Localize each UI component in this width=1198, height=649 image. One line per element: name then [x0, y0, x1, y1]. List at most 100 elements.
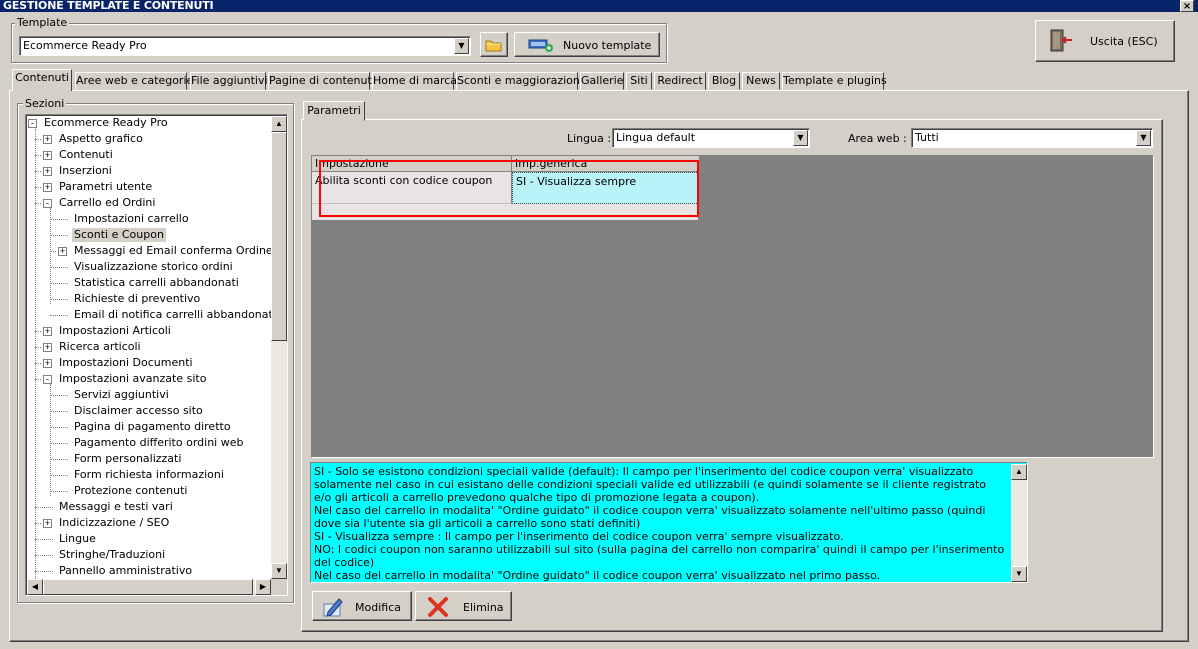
tree-item[interactable]: Impostazioni Documenti: [57, 356, 195, 370]
expand-icon[interactable]: +: [43, 343, 52, 352]
tab-siti[interactable]: Siti: [626, 72, 652, 90]
help-vscroll[interactable]: ▲ ▼: [1011, 464, 1027, 582]
tab-news[interactable]: News: [742, 72, 780, 90]
tree-item-label: Servizi aggiuntivi: [74, 388, 169, 401]
delete-x-icon: [428, 597, 448, 617]
tree-item[interactable]: Ecommerce Ready Pro: [42, 116, 170, 130]
tree-vscroll[interactable]: ▲ ▼: [271, 116, 287, 579]
tree-item[interactable]: Parametri utente: [57, 180, 154, 194]
tree-item-label: Impostazioni Documenti: [59, 356, 193, 369]
tree-item[interactable]: Aspetto grafico: [57, 132, 145, 146]
tree-item[interactable]: Form personalizzati: [72, 452, 183, 466]
chevron-down-icon[interactable]: ▼: [793, 130, 808, 146]
lingua-select[interactable]: Lingua default ▼: [612, 128, 810, 148]
tab-blog[interactable]: Blog: [708, 72, 740, 90]
tree-item[interactable]: Visualizzazione storico ordini: [72, 260, 235, 274]
tree-item[interactable]: Protezione contenuti: [72, 484, 189, 498]
expand-icon[interactable]: +: [43, 359, 52, 368]
params-tab[interactable]: Parametri: [303, 101, 365, 121]
tree-item[interactable]: Contenuti: [57, 148, 115, 162]
tree-item[interactable]: Ricerca articoli: [57, 340, 143, 354]
scroll-left-button[interactable]: ◀: [27, 579, 43, 595]
collapse-icon[interactable]: -: [28, 119, 37, 128]
tree-item-label: Parametri utente: [59, 180, 153, 193]
tab-label: Blog: [711, 74, 737, 87]
tab-home-marca[interactable]: Home di marca: [372, 72, 457, 90]
sections-group-label: Sezioni: [23, 97, 67, 110]
tree-item[interactable]: Impostazioni carrello: [72, 212, 191, 226]
tab-contenuti[interactable]: Contenuti: [12, 69, 72, 91]
tree-connector: [50, 315, 68, 316]
tree-item[interactable]: Form richiesta informazioni: [72, 468, 226, 482]
scroll-down-button[interactable]: ▼: [1011, 566, 1027, 582]
tab-aree-web[interactable]: Aree web e categorie: [75, 72, 193, 90]
tree-item[interactable]: Pannello amministrativo: [57, 564, 194, 578]
expand-icon[interactable]: +: [43, 135, 52, 144]
settings-grid[interactable]: Impostazione Imp.generica Abilita sconti…: [311, 155, 1154, 458]
tab-label: Contenuti: [15, 71, 69, 84]
tree-item[interactable]: Messaggi ed Email conferma Ordine: [72, 244, 272, 258]
tree-connector: [50, 219, 68, 220]
tree-item[interactable]: Pagamento differito ordini web: [72, 436, 245, 450]
expand-icon[interactable]: +: [43, 519, 52, 528]
tree-item[interactable]: Pagina di pagamento diretto: [72, 420, 233, 434]
tree-item[interactable]: Messaggi e testi vari: [57, 500, 175, 514]
scroll-up-button[interactable]: ▲: [1011, 464, 1027, 480]
tree-item[interactable]: Servizi aggiuntivi: [72, 388, 171, 402]
modify-button[interactable]: Modifica: [312, 591, 412, 621]
hscroll-thumb[interactable]: [43, 579, 253, 595]
tree-item[interactable]: Email di notifica carrelli abbandonati: [72, 308, 272, 322]
tab-redirect[interactable]: Redirect: [654, 72, 706, 90]
tree-item[interactable]: Impostazioni Articoli: [57, 324, 173, 338]
tree-item-label: Impostazioni carrello: [74, 212, 189, 225]
tree-item[interactable]: Carrello ed Ordini: [57, 196, 157, 210]
tree-item[interactable]: Richieste di preventivo: [72, 292, 202, 306]
tab-label: Redirect: [657, 74, 703, 87]
tree-connector: [35, 507, 53, 508]
scroll-up-button[interactable]: ▲: [271, 116, 287, 132]
tree-item-label: Inserzioni: [59, 164, 112, 177]
sections-tree[interactable]: Ecommerce Ready Pro - Aspetto grafico + Cont…: [25, 114, 288, 596]
expand-icon[interactable]: +: [43, 327, 52, 336]
tree-item[interactable]: Inserzioni: [57, 164, 114, 178]
tree-item[interactable]: Stringhe/Traduzioni: [57, 548, 167, 562]
tree-item[interactable]: Lingue: [57, 532, 98, 546]
expand-icon[interactable]: +: [43, 183, 52, 192]
expand-icon[interactable]: +: [43, 151, 52, 160]
chevron-down-icon[interactable]: ▼: [1136, 130, 1151, 146]
tree-item[interactable]: Sconti e Coupon: [72, 228, 166, 242]
scroll-corner: [271, 579, 287, 595]
tab-gallerie[interactable]: Gallerie: [580, 72, 624, 90]
tree-item[interactable]: Indicizzazione / SEO: [57, 516, 171, 530]
annotation-box: [319, 160, 699, 217]
collapse-icon[interactable]: -: [43, 199, 52, 208]
tab-template-plugins[interactable]: Template e plugins: [782, 72, 887, 90]
delete-button[interactable]: Elimina: [415, 591, 512, 621]
scroll-thumb[interactable]: [271, 132, 287, 341]
tree-item-label: Disclaimer accesso sito: [74, 404, 203, 417]
tree-item[interactable]: Impostazioni avanzate sito: [57, 372, 208, 386]
tab-file-aggiuntivi[interactable]: File aggiuntivi: [190, 72, 268, 90]
area-web-select[interactable]: Tutti ▼: [911, 128, 1153, 148]
tree-item-label: Impostazioni Articoli: [59, 324, 171, 337]
tree-hscroll[interactable]: ◀ ▶: [27, 579, 271, 595]
help-textbox[interactable]: SI - Solo se esistono condizioni special…: [310, 462, 1028, 583]
tree-connector: [50, 395, 68, 396]
tab-pagine-contenuti[interactable]: Pagine di contenuti: [268, 72, 375, 90]
collapse-icon[interactable]: -: [43, 375, 52, 384]
tree-item-label: Richieste di preventivo: [74, 292, 201, 305]
params-tab-label: Parametri: [307, 104, 361, 117]
tree-item-label: Messaggi e testi vari: [59, 500, 173, 513]
tree-item-label: Pannello amministrativo: [59, 564, 193, 577]
expand-icon[interactable]: +: [58, 247, 67, 256]
tree-item[interactable]: Statistica carrelli abbandonati: [72, 276, 241, 290]
tab-sconti[interactable]: Sconti e maggiorazioni: [456, 72, 583, 90]
tree-connector: [35, 571, 53, 572]
expand-icon[interactable]: +: [43, 167, 52, 176]
tree-item-label: Indicizzazione / SEO: [59, 516, 170, 529]
scroll-down-button[interactable]: ▼: [271, 563, 287, 579]
tree-item[interactable]: Disclaimer accesso sito: [72, 404, 205, 418]
delete-label: Elimina: [463, 601, 504, 614]
scroll-right-button[interactable]: ▶: [255, 579, 271, 595]
tab-label: Aree web e categorie: [76, 74, 194, 87]
